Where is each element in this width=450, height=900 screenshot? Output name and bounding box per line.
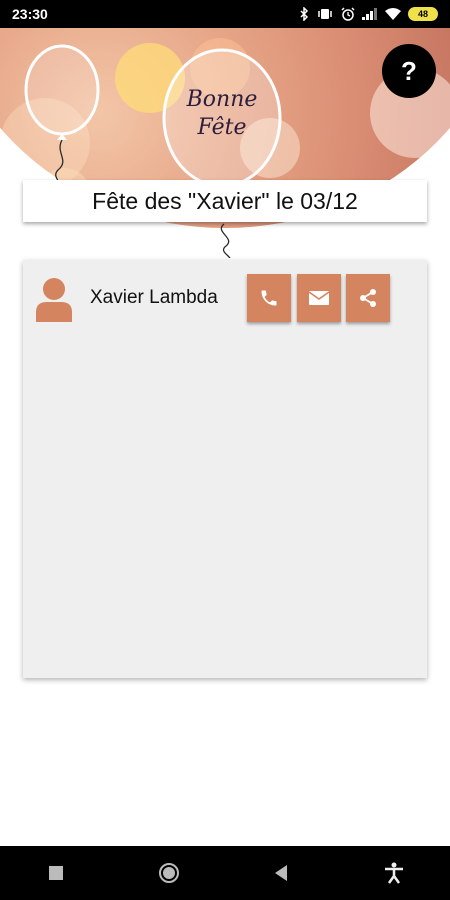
contact-name: Xavier Lambda xyxy=(90,287,218,308)
back-button[interactable] xyxy=(261,853,301,893)
email-icon xyxy=(308,291,330,305)
status-bar: 23:30 48 xyxy=(0,0,450,28)
recent-apps-button[interactable] xyxy=(36,853,76,893)
question-icon: ? xyxy=(401,56,417,86)
home-icon xyxy=(158,863,179,883)
phone-icon xyxy=(261,290,277,306)
vibrate-icon xyxy=(316,8,334,20)
balloon-text-line1: Bonne xyxy=(186,87,258,112)
accessibility-button[interactable] xyxy=(374,853,414,893)
contact-card: Xavier Lambda xyxy=(23,260,427,678)
signal-icon xyxy=(362,8,378,20)
status-icons: 48 xyxy=(299,7,438,21)
accessibility-icon xyxy=(384,862,403,884)
page-title: Fête des "Xavier" le 03/12 xyxy=(23,180,427,222)
back-icon xyxy=(275,865,288,881)
alarm-icon xyxy=(341,7,355,21)
share-button[interactable] xyxy=(346,274,390,322)
balloon-text-line2: Fête xyxy=(197,115,247,140)
balloon-text: Bonne Fête xyxy=(172,86,272,142)
help-button[interactable]: ? xyxy=(382,44,436,98)
status-time: 23:30 xyxy=(12,6,48,22)
home-button[interactable] xyxy=(149,853,189,893)
person-icon xyxy=(35,276,73,322)
call-button[interactable] xyxy=(247,274,291,322)
recent-apps-icon xyxy=(49,866,64,880)
email-button[interactable] xyxy=(297,274,341,322)
header-banner: Bonne Fête ? xyxy=(0,28,450,258)
bluetooth-icon xyxy=(299,7,309,21)
svg-text:?: ? xyxy=(401,56,417,86)
wifi-icon xyxy=(385,8,401,20)
navigation-bar xyxy=(0,846,450,900)
battery-icon: 48 xyxy=(408,7,438,21)
share-icon xyxy=(360,289,376,307)
